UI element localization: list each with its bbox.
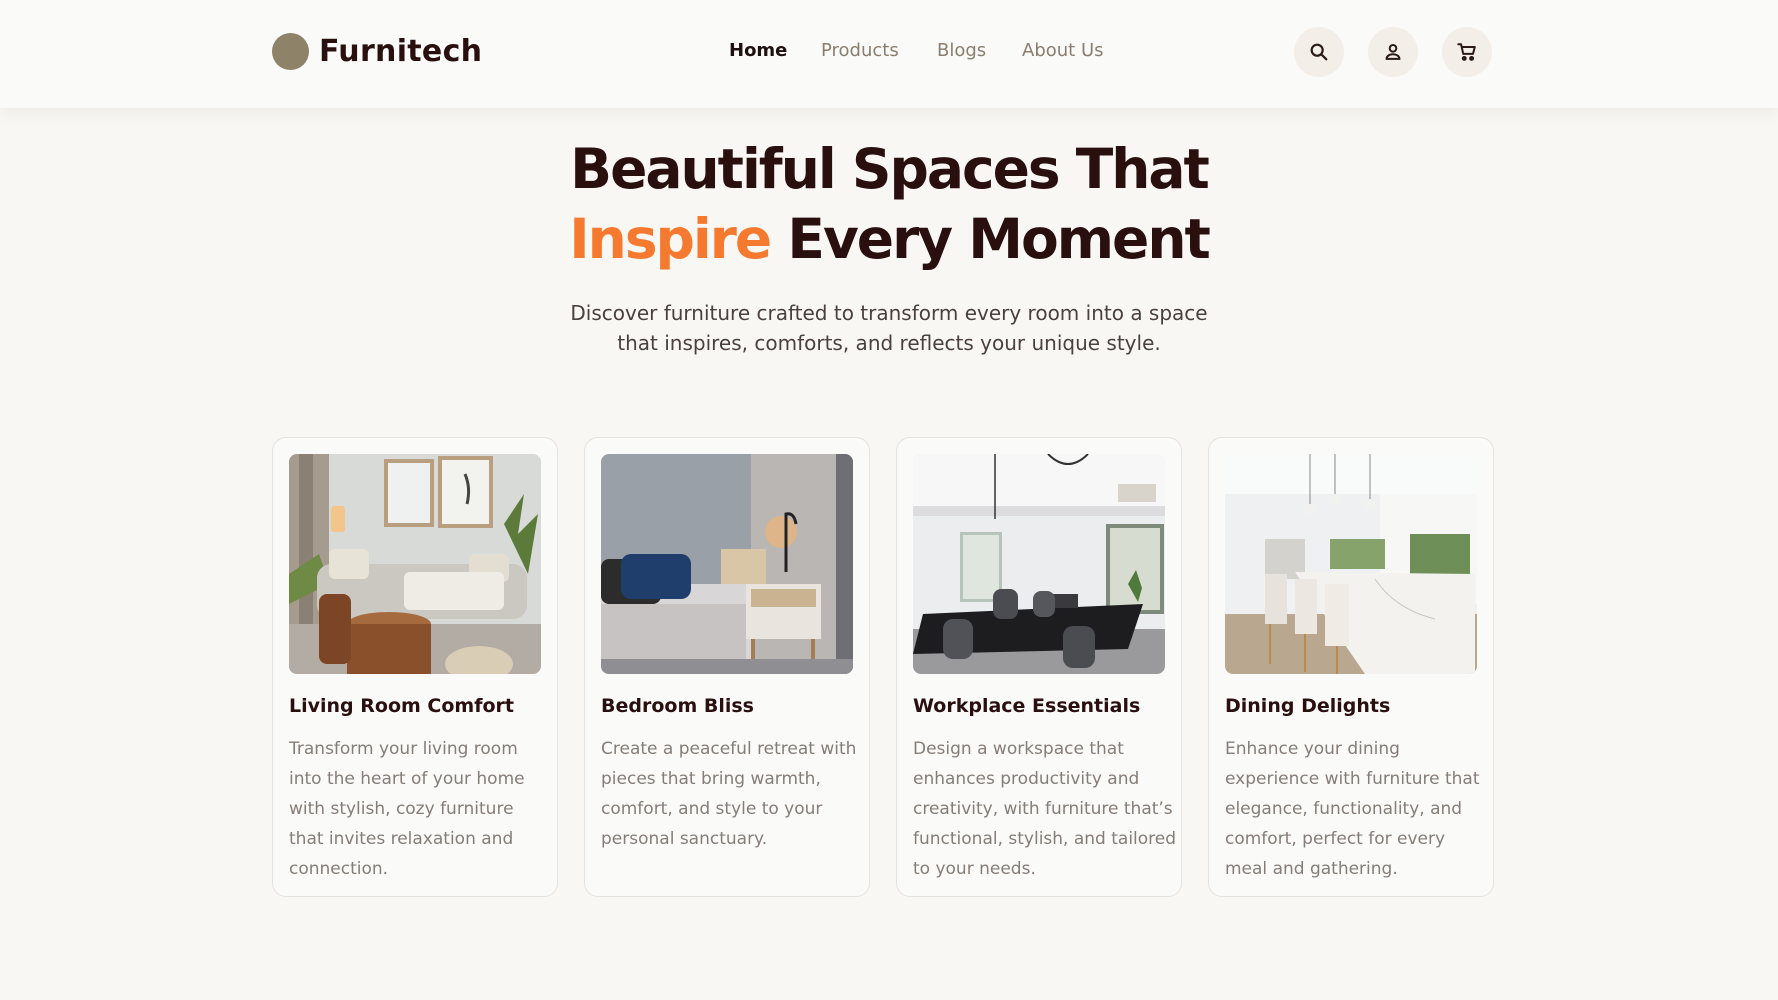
cart-icon (1457, 43, 1476, 61)
card-desc-line: pieces that bring warmth, (601, 769, 821, 789)
card-desc-line: with stylish, cozy furniture (289, 799, 514, 819)
card-title: Living Room Comfort (289, 695, 514, 717)
card-title: Bedroom Bliss (601, 695, 754, 717)
search-icon (1310, 43, 1328, 61)
hero-title: Beautiful Spaces That Inspire Every Mome… (0, 134, 1778, 274)
card-desc-line: that invites relaxation and (289, 829, 514, 849)
card-desc-line: functional, stylish, and tailored (913, 829, 1177, 849)
card-description: Enhance your dining experience with furn… (1225, 734, 1483, 884)
card-desc-line: comfort, and style to your (601, 799, 823, 819)
cart-button[interactable] (1442, 27, 1492, 77)
nav-home[interactable]: Home (729, 40, 787, 61)
living-room-image (289, 454, 541, 674)
card-desc-line: to your needs. (913, 859, 1036, 879)
card-desc-line: creativity, with furniture that’s (913, 799, 1173, 819)
card-desc-line: Transform your living room (289, 739, 518, 759)
card-description: Transform your living room into the hear… (289, 734, 547, 884)
hero-title-accent: Inspire (569, 207, 772, 271)
category-card-living-room[interactable]: Living Room Comfort Transform your livin… (272, 437, 558, 897)
card-desc-line: enhances productivity and (913, 769, 1140, 789)
card-desc-line: meal and gathering. (1225, 859, 1398, 879)
site-header: Furnitech Home Products Blogs About Us (0, 0, 1778, 108)
nav-blogs[interactable]: Blogs (937, 40, 986, 61)
card-description: Design a workspace that enhances product… (913, 734, 1177, 884)
category-card-workplace[interactable]: Workplace Essentials Design a workspace … (896, 437, 1182, 897)
search-button[interactable] (1294, 27, 1344, 77)
dining-image (1225, 454, 1477, 674)
brand-name: Furnitech (319, 33, 483, 69)
card-desc-line: comfort, perfect for every (1225, 829, 1446, 849)
logo-mark (272, 32, 309, 70)
user-icon (1385, 44, 1401, 60)
brand-logo[interactable]: Furnitech (272, 32, 482, 70)
workplace-image (913, 454, 1165, 674)
card-description: Create a peaceful retreat with pieces th… (601, 734, 859, 854)
card-title: Workplace Essentials (913, 695, 1141, 717)
card-desc-line: Design a workspace that (913, 739, 1124, 759)
hero-subtitle-line2: that inspires, comforts, and reflects yo… (617, 331, 1161, 355)
bedroom-image (601, 454, 853, 674)
nav-about-us[interactable]: About Us (1022, 40, 1104, 61)
card-desc-line: into the heart of your home (289, 769, 525, 789)
category-card-bedroom[interactable]: Bedroom Bliss Create a peaceful retreat … (584, 437, 870, 897)
card-desc-line: personal sanctuary. (601, 829, 768, 849)
card-desc-line: connection. (289, 859, 389, 879)
card-desc-line: Enhance your dining (1225, 739, 1400, 759)
card-desc-line: elegance, functionality, and (1225, 799, 1463, 819)
nav-products[interactable]: Products (821, 40, 899, 61)
category-card-dining[interactable]: Dining Delights Enhance your dining expe… (1208, 437, 1494, 897)
hero-subtitle: Discover furniture crafted to transform … (0, 298, 1778, 358)
card-title: Dining Delights (1225, 695, 1391, 717)
card-desc-line: experience with furniture that (1225, 769, 1480, 789)
hero-subtitle-line1: Discover furniture crafted to transform … (570, 301, 1208, 325)
card-desc-line: Create a peaceful retreat with (601, 739, 857, 759)
account-button[interactable] (1368, 27, 1418, 77)
hero-title-line1: Beautiful Spaces That (570, 137, 1210, 201)
hero-title-line2: Every Moment (770, 207, 1210, 271)
